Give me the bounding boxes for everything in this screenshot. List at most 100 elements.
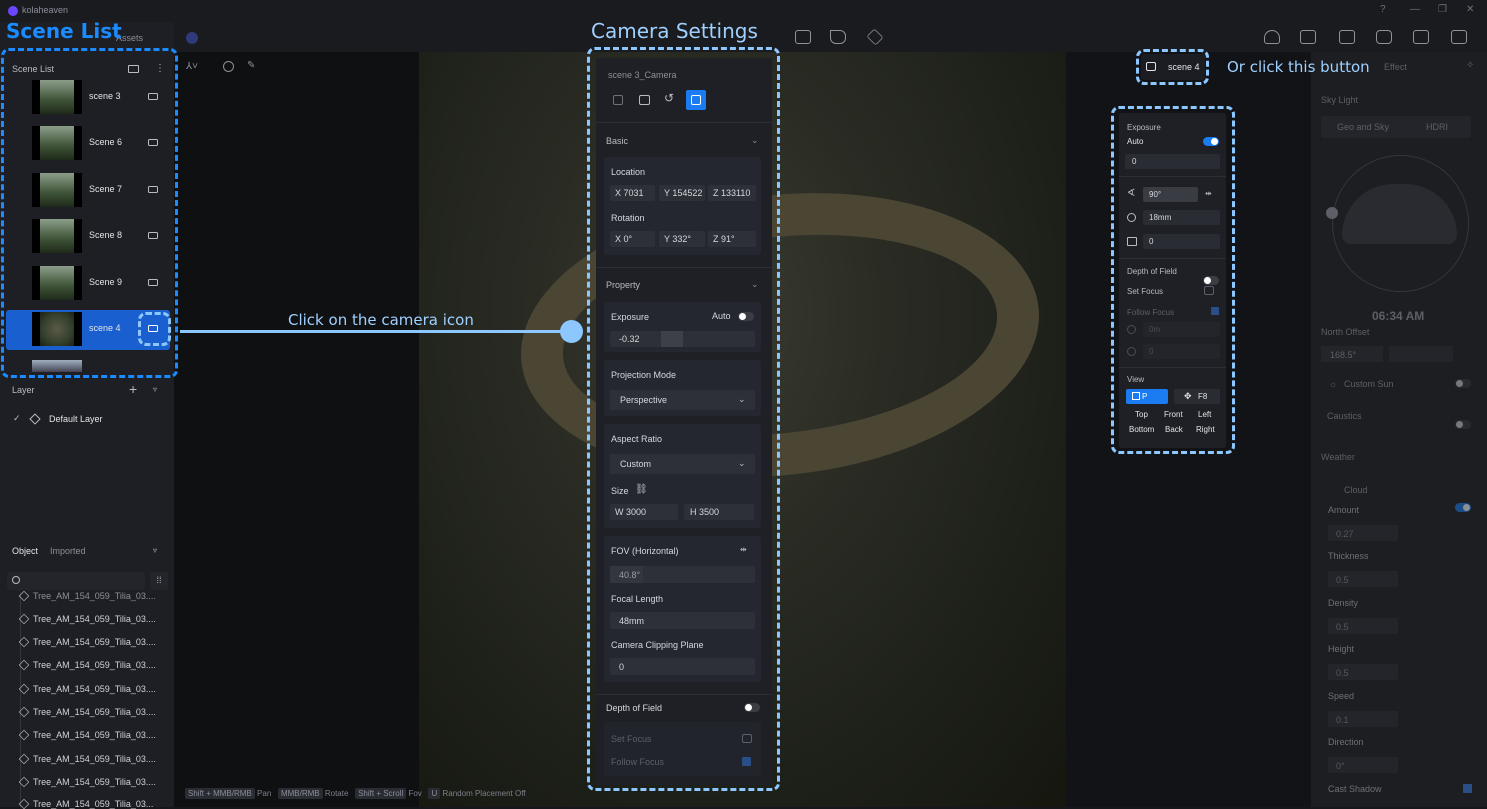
north-offset-label: North Offset <box>1321 327 1370 337</box>
annotation-click-camera: Click on the camera icon <box>288 311 474 329</box>
toolbar-camera-icon[interactable] <box>1376 30 1392 44</box>
toolbar-location-icon[interactable] <box>1264 30 1280 44</box>
hint-text: Pan <box>257 789 272 798</box>
height-label: Height <box>1328 644 1355 654</box>
tab-object[interactable]: Object <box>12 546 38 556</box>
object-label: Tree_AM_154_059_Tilia_03.... <box>33 614 156 624</box>
caustics-toggle[interactable] <box>1455 420 1471 429</box>
north-offset-input[interactable]: 168.5° <box>1321 346 1383 362</box>
transform-gizmo-icon[interactable]: ⅄˅ <box>186 61 198 72</box>
hint-key: MMB/RMB <box>277 788 323 799</box>
caustics-label: Caustics <box>1327 411 1362 421</box>
object-label: Tree_AM_154_059_Tilia_03.... <box>33 591 156 601</box>
annotation-pointer-dot <box>560 320 583 343</box>
object-label: Tree_AM_154_059_Tilia_03.... <box>33 707 156 717</box>
cloud-toggle[interactable] <box>1455 503 1471 512</box>
direction-label: Direction <box>1328 737 1364 747</box>
annotation-scene-button-box <box>1136 49 1209 85</box>
object-label: Tree_AM_154_059_Tilia_03.... <box>33 777 156 787</box>
annotation-camera-icon-box <box>138 312 171 346</box>
default-layer-label[interactable]: Default Layer <box>49 414 103 424</box>
annotation-scene-list-title: Scene List <box>6 19 122 43</box>
object-item[interactable]: Tree_AM_154_059_Tilia_03.... <box>18 706 156 718</box>
toolbar-video-icon[interactable] <box>1413 30 1429 44</box>
north-offset-slider[interactable] <box>1389 346 1453 362</box>
object-item[interactable]: Tree_AM_154_059_Tilia_03.... <box>18 683 156 695</box>
density-label: Density <box>1328 598 1359 608</box>
tab-hdri[interactable]: HDRI <box>1426 122 1448 132</box>
custom-sun-label: Custom Sun <box>1344 379 1394 389</box>
annotation-pointer-line <box>180 330 572 333</box>
object-label: Tree_AM_154_059_Tilia_03.... <box>33 637 156 647</box>
speed-input[interactable]: 0.1 <box>1328 711 1398 727</box>
thickness-input[interactable]: 0.5 <box>1328 571 1398 587</box>
hint-text: Fov <box>408 789 422 798</box>
object-item[interactable]: Tree_AM_154_059_Tilia_03.... <box>18 776 156 788</box>
globe-orb-icon[interactable] <box>186 32 198 44</box>
app-title: kolaheaven <box>22 5 69 15</box>
object-label: Tree_AM_154_059_Tilia_03... <box>33 799 154 809</box>
toolbar-layout-icon[interactable] <box>795 30 811 44</box>
annotation-view-panel-box <box>1111 106 1235 454</box>
annotation-camera-settings-title: Camera Settings <box>591 19 758 43</box>
object-item[interactable]: Tree_AM_154_059_Tilia_03.... <box>18 729 156 741</box>
tree-guide-line <box>20 593 21 807</box>
time-display: 06:34 AM <box>1372 309 1425 323</box>
cast-shadow-label: Cast Shadow <box>1328 784 1382 794</box>
density-input[interactable]: 0.5 <box>1328 618 1398 634</box>
sky-light-header[interactable]: Sky Light <box>1321 95 1358 105</box>
toolbar-inbox-icon[interactable] <box>1451 30 1467 44</box>
object-filter-icon[interactable]: ▿ <box>153 546 157 555</box>
help-icon[interactable]: ? <box>1380 4 1386 15</box>
object-item[interactable]: Tree_AM_154_059_Tilia_03.... <box>18 659 156 671</box>
brush-icon[interactable]: ✎ <box>247 60 255 71</box>
direction-input[interactable]: 0° <box>1328 757 1398 773</box>
hint-key: Shift + Scroll <box>355 788 407 799</box>
toolbar-select-icon[interactable] <box>830 30 846 44</box>
height-input[interactable]: 0.5 <box>1328 664 1398 680</box>
tab-effect[interactable]: Effect <box>1384 62 1407 72</box>
sparkle-icon[interactable]: ✧ <box>1466 60 1474 71</box>
object-item[interactable]: Tree_AM_154_059_Tilia_03... <box>18 798 154 809</box>
object-label: Tree_AM_154_059_Tilia_03.... <box>33 754 156 764</box>
maximize-icon[interactable]: ❐ <box>1438 4 1447 15</box>
toolbar-export-icon[interactable] <box>1339 30 1355 44</box>
viewport-dark-area <box>174 52 419 807</box>
object-search-input[interactable] <box>7 572 145 590</box>
hint-key: Shift + MMB/RMB <box>185 788 255 799</box>
annotation-camera-settings-box <box>587 47 780 791</box>
object-item[interactable]: Tree_AM_154_059_Tilia_03.... <box>18 590 156 602</box>
thickness-label: Thickness <box>1328 551 1369 561</box>
sun-dial[interactable] <box>1326 155 1469 292</box>
annotation-or-click: Or click this button <box>1227 58 1370 76</box>
cast-shadow-checkbox[interactable] <box>1463 784 1472 793</box>
hint-key: U <box>428 788 441 799</box>
sky-dome <box>1342 184 1457 244</box>
grid-view-icon[interactable]: ⁞⁞ <box>150 572 168 590</box>
hint-text: Random Placement Off <box>442 789 526 798</box>
speed-label: Speed <box>1328 691 1355 701</box>
layer-filter-icon[interactable]: ▿ <box>153 385 157 394</box>
tab-imported[interactable]: Imported <box>50 546 86 556</box>
amount-label: Amount <box>1328 505 1360 515</box>
tab-geo-sky[interactable]: Geo and Sky <box>1337 122 1389 132</box>
close-icon[interactable]: ✕ <box>1466 4 1474 15</box>
object-item[interactable]: Tree_AM_154_059_Tilia_03.... <box>18 613 156 625</box>
layer-header: Layer <box>12 385 35 395</box>
object-item[interactable]: Tree_AM_154_059_Tilia_03.... <box>18 753 156 765</box>
toolbar-car-icon[interactable] <box>1300 30 1316 44</box>
world-icon[interactable] <box>223 61 234 72</box>
layer-check-icon[interactable]: ✓ <box>13 413 21 424</box>
search-icon <box>12 576 20 584</box>
amount-input[interactable]: 0.27 <box>1328 525 1398 541</box>
object-label: Tree_AM_154_059_Tilia_03.... <box>33 730 156 740</box>
shortcut-hints: Shift + MMB/RMB Pan MMB/RMB Rotate Shift… <box>185 788 526 799</box>
sun-handle[interactable] <box>1326 207 1338 219</box>
minimize-icon[interactable]: — <box>1410 4 1420 15</box>
custom-sun-toggle[interactable] <box>1455 379 1471 388</box>
object-label: Tree_AM_154_059_Tilia_03.... <box>33 684 156 694</box>
object-item[interactable]: Tree_AM_154_059_Tilia_03.... <box>18 636 156 648</box>
add-layer-icon[interactable]: + <box>129 381 137 397</box>
weather-header[interactable]: Weather <box>1321 452 1355 462</box>
app-logo-icon <box>8 6 18 16</box>
